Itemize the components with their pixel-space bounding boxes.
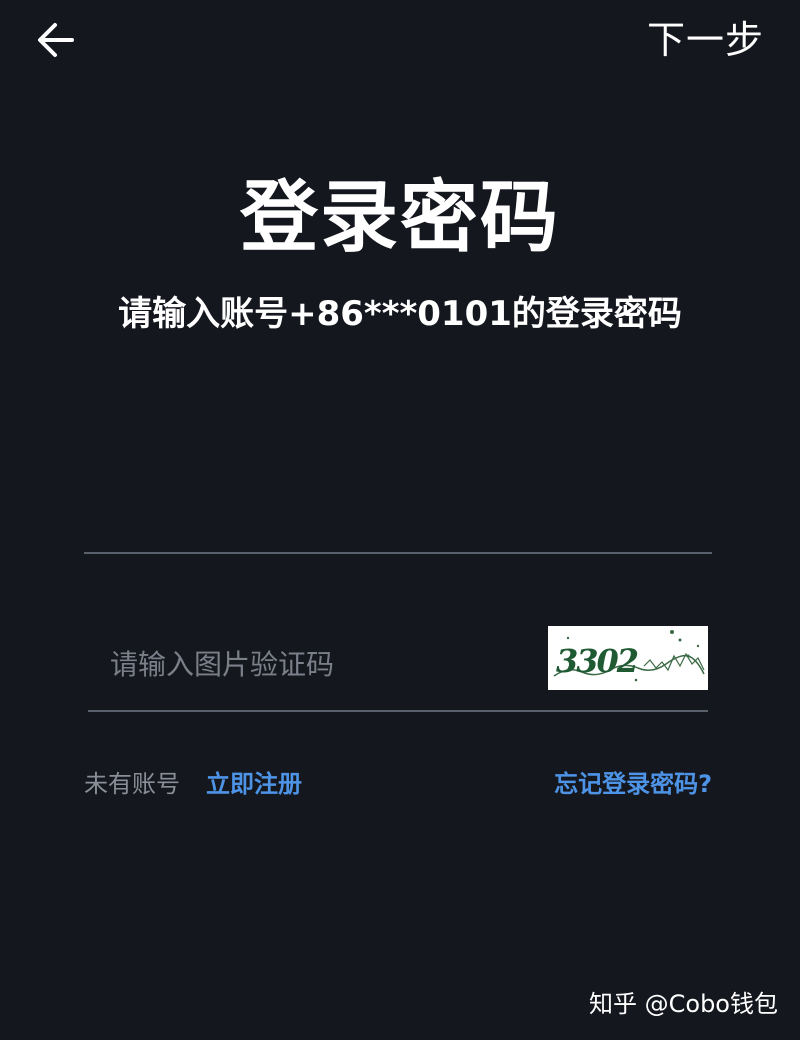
svg-text:3302: 3302 xyxy=(556,642,638,680)
no-account-label: 未有账号 xyxy=(84,770,180,798)
page-subtitle: 请输入账号+86***0101的登录密码 xyxy=(118,294,682,334)
captcha-image[interactable]: 3302 xyxy=(548,626,708,690)
captcha-input[interactable] xyxy=(88,620,528,708)
register-link[interactable]: 立即注册 xyxy=(206,764,302,804)
page-title: 登录密码 xyxy=(239,173,560,263)
arrow-left-icon xyxy=(38,23,74,57)
forgot-password-link[interactable]: 忘记登录密码? xyxy=(554,764,712,804)
watermark: 知乎 @Cobo钱包 xyxy=(589,990,778,1018)
back-button[interactable] xyxy=(28,12,84,68)
password-field[interactable] xyxy=(84,470,712,554)
next-step-button[interactable]: 下一步 xyxy=(647,14,764,66)
captcha-row: 3302 xyxy=(88,620,708,712)
